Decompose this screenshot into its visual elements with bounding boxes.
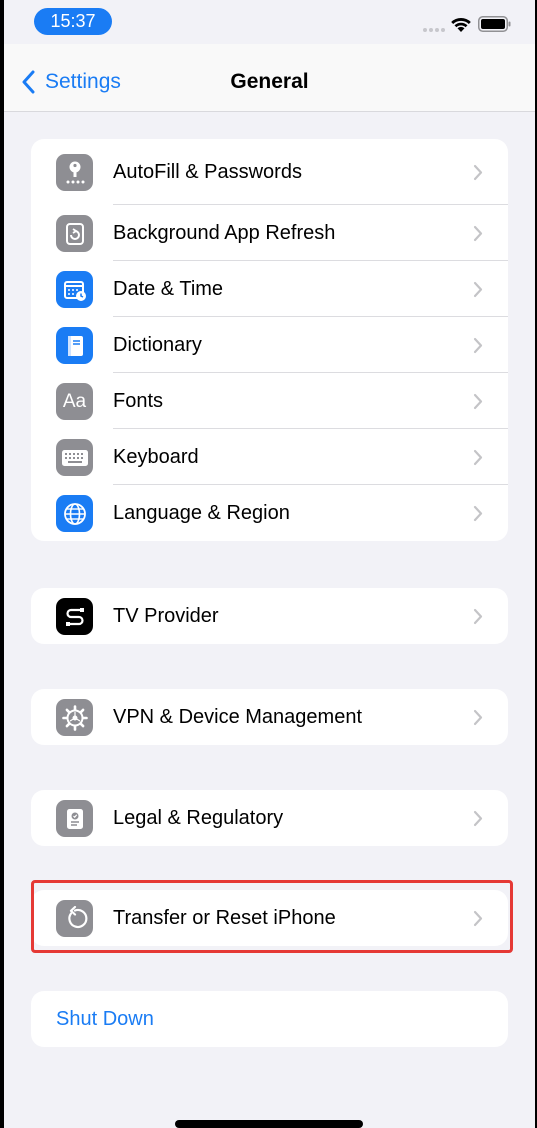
row-label: Keyboard (113, 446, 199, 468)
row-date-time[interactable]: Date & Time (31, 261, 508, 317)
home-indicator (175, 1120, 363, 1128)
certificate-icon (56, 800, 93, 837)
settings-group-tv: TV Provider (31, 588, 508, 644)
row-dictionary[interactable]: Dictionary (31, 317, 508, 373)
settings-group-legal: Legal & Regulatory (31, 790, 508, 846)
gear-icon (56, 699, 93, 736)
chevron-right-icon (473, 505, 483, 522)
battery-icon (478, 16, 511, 32)
device-frame-left (0, 0, 4, 1128)
tv-provider-icon (56, 598, 93, 635)
cellular-signal-icon (423, 28, 445, 32)
page-title: General (230, 70, 309, 93)
settings-group-general: AutoFill & Passwords Background App Refr… (31, 139, 508, 541)
row-fonts[interactable]: Aa Fonts (31, 373, 508, 429)
navigation-bar: Settings General (4, 44, 535, 112)
row-label: AutoFill & Passwords (113, 161, 302, 183)
row-autofill-passwords[interactable]: AutoFill & Passwords (31, 139, 508, 205)
chevron-right-icon (473, 449, 483, 466)
chevron-right-icon (473, 281, 483, 298)
wifi-icon (451, 17, 471, 32)
row-language-region[interactable]: Language & Region (31, 485, 508, 541)
row-label: Language & Region (113, 502, 290, 524)
chevron-right-icon (473, 337, 483, 354)
chevron-right-icon (473, 164, 483, 181)
row-label: Fonts (113, 390, 164, 412)
fonts-icon: Aa (56, 383, 93, 420)
settings-group-shutdown: Shut Down (31, 991, 508, 1047)
fonts-icon-text: Aa (62, 390, 87, 412)
settings-group-reset: Transfer or Reset iPhone (31, 890, 508, 946)
shut-down-button[interactable]: Shut Down (31, 991, 508, 1047)
row-label: Background App Refresh (113, 222, 336, 244)
chevron-right-icon (473, 393, 483, 410)
row-legal-regulatory[interactable]: Legal & Regulatory (31, 790, 508, 846)
reset-icon (56, 900, 93, 937)
chevron-right-icon (473, 709, 483, 726)
calendar-clock-icon (56, 271, 93, 308)
row-transfer-reset-iphone[interactable]: Transfer or Reset iPhone (31, 890, 508, 946)
row-background-app-refresh[interactable]: Background App Refresh (31, 205, 508, 261)
status-bar: 15:37 (0, 0, 537, 44)
chevron-right-icon (473, 910, 483, 927)
chevron-right-icon (473, 810, 483, 827)
chevron-right-icon (473, 225, 483, 242)
row-label: Legal & Regulatory (113, 807, 284, 829)
row-label: TV Provider (113, 605, 219, 627)
shut-down-label: Shut Down (56, 1008, 154, 1030)
row-vpn-device-management[interactable]: VPN & Device Management (31, 689, 508, 745)
chevron-right-icon (473, 608, 483, 625)
row-keyboard[interactable]: Keyboard (31, 429, 508, 485)
row-label: Transfer or Reset iPhone (113, 907, 336, 929)
row-label: Dictionary (113, 334, 202, 356)
key-icon (56, 154, 93, 191)
book-icon (56, 327, 93, 364)
row-label: Date & Time (113, 278, 224, 300)
settings-group-vpn: VPN & Device Management (31, 689, 508, 745)
row-label: VPN & Device Management (113, 706, 363, 728)
status-time: 15:37 (34, 8, 112, 35)
refresh-icon (56, 215, 93, 252)
keyboard-icon (56, 439, 93, 476)
globe-icon (56, 495, 93, 532)
row-tv-provider[interactable]: TV Provider (31, 588, 508, 644)
